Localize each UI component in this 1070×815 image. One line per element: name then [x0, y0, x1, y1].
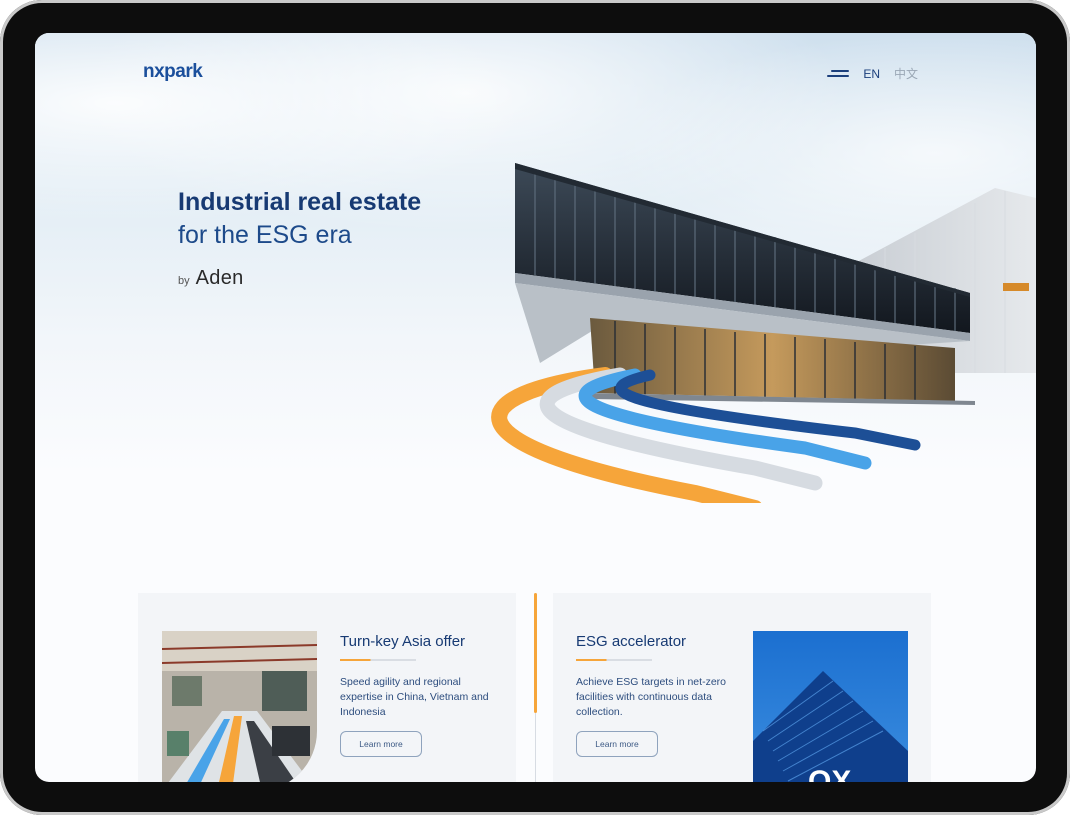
svg-text:OX: OX	[808, 765, 851, 782]
card-text: Speed agility and regional expertise in …	[340, 676, 489, 718]
feature-cards: Turn-key Asia offer Speed agility and re…	[138, 593, 931, 782]
factory-image	[162, 631, 317, 782]
hero-title-line2: for the ESG era	[178, 221, 352, 249]
title-underline	[576, 659, 652, 661]
nxpark-logo[interactable]: nxpark	[143, 61, 203, 83]
lang-zh-link[interactable]: 中文	[894, 65, 918, 82]
tower-image: OX	[753, 631, 908, 782]
divider-line	[535, 713, 536, 782]
hero-title: Industrial real estate for the ESG era	[178, 186, 421, 252]
title-underline	[340, 659, 416, 661]
card-title: Turn-key Asia offer	[340, 633, 466, 650]
learn-more-button[interactable]: Learn more	[340, 731, 422, 757]
hamburger-icon[interactable]	[827, 69, 850, 79]
by-label: by	[178, 275, 190, 287]
hero-building-image	[491, 163, 1036, 503]
lang-en-link[interactable]: EN	[863, 67, 880, 81]
top-navigation: EN 中文	[827, 65, 918, 82]
screen: nxpark EN 中文 Industrial real estate for …	[35, 33, 1036, 782]
divider-accent	[534, 593, 537, 713]
learn-more-button[interactable]: Learn more	[576, 731, 658, 757]
card-turnkey: Turn-key Asia offer Speed agility and re…	[138, 593, 516, 782]
hero-title-line1: Industrial real estate	[178, 188, 422, 216]
card-esg: ESG accelerator Achieve ESG targets in n…	[553, 593, 931, 782]
card-title: ESG accelerator	[576, 633, 687, 650]
aden-logo: Aden	[195, 267, 244, 289]
byline: by Aden	[178, 267, 244, 290]
card-text: Achieve ESG targets in net-zero faciliti…	[576, 676, 726, 718]
